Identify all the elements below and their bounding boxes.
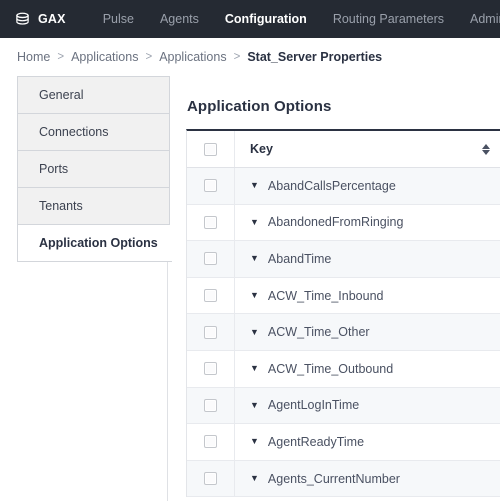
- application-options-panel: Application Options Key ▼ AbandCallsPerc…: [167, 76, 500, 501]
- row-key-cell: ▼ ACW_Time_Inbound: [235, 278, 500, 314]
- nav-item-routing-parameters-label: Routing Parameters: [332, 12, 444, 26]
- workspace: Application Options Key ▼ AbandCallsPerc…: [0, 76, 500, 501]
- row-select-cell: [187, 314, 235, 350]
- properties-sidebar: General Connections Ports Tenants Applic…: [17, 76, 172, 262]
- row-key-cell: ▼ AgentLogInTime: [235, 388, 500, 424]
- expand-caret-icon[interactable]: ▼: [250, 181, 259, 190]
- nav-item-agents[interactable]: Agents: [147, 0, 212, 38]
- row-key-cell: ▼ AgentReadyTime: [235, 424, 500, 460]
- row-checkbox[interactable]: [204, 398, 217, 412]
- table-row[interactable]: ▼ AgentReadyTime: [187, 424, 500, 461]
- expand-caret-icon[interactable]: ▼: [250, 474, 259, 483]
- nav-item-administration[interactable]: Administration: [457, 0, 500, 38]
- breadcrumb: Home > Applications > Applications > Sta…: [0, 38, 500, 76]
- row-key-label: AgentReadyTime: [267, 434, 365, 449]
- table-row[interactable]: ▼ ACW_Time_Inbound: [187, 277, 500, 315]
- nav-item-administration-label: Administration: [470, 12, 500, 26]
- sidebar-item-general[interactable]: General: [18, 77, 169, 114]
- sidebar-item-tenants-label: Tenants: [39, 199, 83, 213]
- row-select-cell: [187, 204, 235, 241]
- row-key-cell: ▼ AbandonedFromRinging: [235, 205, 500, 241]
- sidebar-item-ports[interactable]: Ports: [18, 151, 169, 188]
- breadcrumb-separator: >: [145, 51, 153, 63]
- sidebar-item-tenants[interactable]: Tenants: [18, 188, 169, 225]
- nav-item-routing-parameters[interactable]: Routing Parameters: [320, 0, 457, 38]
- row-key-cell: ▼ ACW_Time_Outbound: [235, 351, 500, 387]
- breadcrumb-item-applications-2[interactable]: Applications: [159, 50, 226, 64]
- breadcrumb-separator: >: [233, 51, 241, 63]
- row-key-label: AbandTime: [267, 251, 332, 266]
- row-key-label: AbandCallsPercentage: [267, 178, 396, 193]
- expand-caret-icon[interactable]: ▼: [250, 291, 259, 300]
- row-select-cell: [187, 241, 235, 277]
- table-row[interactable]: ▼ AgentLogInTime: [187, 387, 500, 425]
- row-key-cell: ▼ AbandTime: [235, 241, 500, 277]
- expand-caret-icon[interactable]: ▼: [250, 327, 259, 337]
- row-checkbox[interactable]: [204, 472, 217, 486]
- nav-item-pulse[interactable]: Pulse: [90, 0, 147, 38]
- row-checkbox[interactable]: [204, 252, 217, 266]
- row-key-cell: ▼ ACW_Time_Other: [235, 314, 500, 350]
- table-row[interactable]: ▼ ACW_Time_Outbound: [187, 350, 500, 388]
- row-checkbox[interactable]: [204, 362, 217, 376]
- row-key-label: AgentLogInTime: [267, 398, 360, 413]
- nav-item-pulse-label: Pulse: [102, 12, 134, 26]
- row-key-label: ACW_Time_Outbound: [267, 361, 394, 376]
- sidebar-item-general-label: General: [39, 88, 84, 102]
- row-select-cell: [187, 350, 235, 387]
- sort-ascending-arrow-icon: [482, 143, 490, 149]
- row-key-label: Agents_CurrentNumber: [267, 471, 400, 486]
- select-all-checkbox[interactable]: [204, 142, 217, 156]
- sidebar-item-connections[interactable]: Connections: [18, 114, 169, 151]
- row-key-label: ACW_Time_Other: [267, 325, 370, 340]
- top-navigation-bar: GAX Pulse Agents Configuration Routing P…: [0, 0, 500, 38]
- row-select-cell: [187, 168, 235, 204]
- row-checkbox[interactable]: [204, 435, 217, 449]
- sidebar-item-application-options[interactable]: Application Options: [18, 225, 172, 262]
- select-all-cell: [187, 131, 235, 167]
- sidebar-item-connections-label: Connections: [39, 125, 109, 139]
- expand-caret-icon[interactable]: ▼: [250, 217, 259, 227]
- expand-caret-icon[interactable]: ▼: [250, 400, 259, 410]
- row-key-cell: ▼ Agents_CurrentNumber: [235, 461, 500, 497]
- row-key-label: AbandonedFromRinging: [267, 215, 404, 230]
- brand-home-link[interactable]: GAX: [14, 11, 66, 28]
- breadcrumb-item-current: Stat_Server Properties: [247, 50, 383, 64]
- table-header-row: Key: [187, 131, 500, 168]
- nav-item-configuration[interactable]: Configuration: [212, 0, 320, 38]
- table-row[interactable]: ▼ AbandCallsPercentage: [187, 168, 500, 205]
- expand-caret-icon[interactable]: ▼: [250, 254, 259, 263]
- breadcrumb-separator: >: [57, 51, 65, 63]
- row-checkbox[interactable]: [204, 179, 217, 193]
- row-select-cell: [187, 460, 235, 497]
- sort-toggle-icon[interactable]: [472, 131, 500, 167]
- table-row[interactable]: ▼ ACW_Time_Other: [187, 314, 500, 351]
- expand-caret-icon[interactable]: ▼: [250, 437, 259, 446]
- row-checkbox[interactable]: [204, 215, 217, 229]
- column-header-key[interactable]: Key: [235, 131, 472, 167]
- breadcrumb-item-applications-1[interactable]: Applications: [71, 50, 138, 64]
- row-select-cell: [187, 424, 235, 460]
- row-key-label: ACW_Time_Inbound: [267, 288, 384, 303]
- page-title: Application Options: [187, 98, 332, 115]
- application-options-table: Key ▼ AbandCallsPercentage ▼ AbandonedFr…: [186, 129, 500, 498]
- sidebar-item-ports-label: Ports: [39, 162, 69, 176]
- row-select-cell: [187, 387, 235, 424]
- brand-name-label: GAX: [38, 12, 66, 26]
- breadcrumb-item-home[interactable]: Home: [17, 50, 50, 64]
- expand-caret-icon[interactable]: ▼: [250, 364, 259, 373]
- table-row[interactable]: ▼ AbandonedFromRinging: [187, 204, 500, 242]
- table-row[interactable]: ▼ AbandTime: [187, 241, 500, 278]
- table-row[interactable]: ▼ Agents_CurrentNumber: [187, 460, 500, 498]
- genesys-stacked-discs-icon: [16, 12, 29, 25]
- nav-item-agents-label: Agents: [159, 12, 199, 26]
- nav-item-configuration-label: Configuration: [224, 12, 307, 26]
- row-key-cell: ▼ AbandCallsPercentage: [235, 168, 500, 204]
- sort-descending-arrow-icon: [482, 149, 490, 155]
- row-select-cell: [187, 277, 235, 314]
- column-header-key-label: Key: [250, 142, 273, 156]
- row-checkbox[interactable]: [204, 289, 217, 303]
- sidebar-item-application-options-label: Application Options: [39, 236, 158, 250]
- row-checkbox[interactable]: [204, 325, 217, 339]
